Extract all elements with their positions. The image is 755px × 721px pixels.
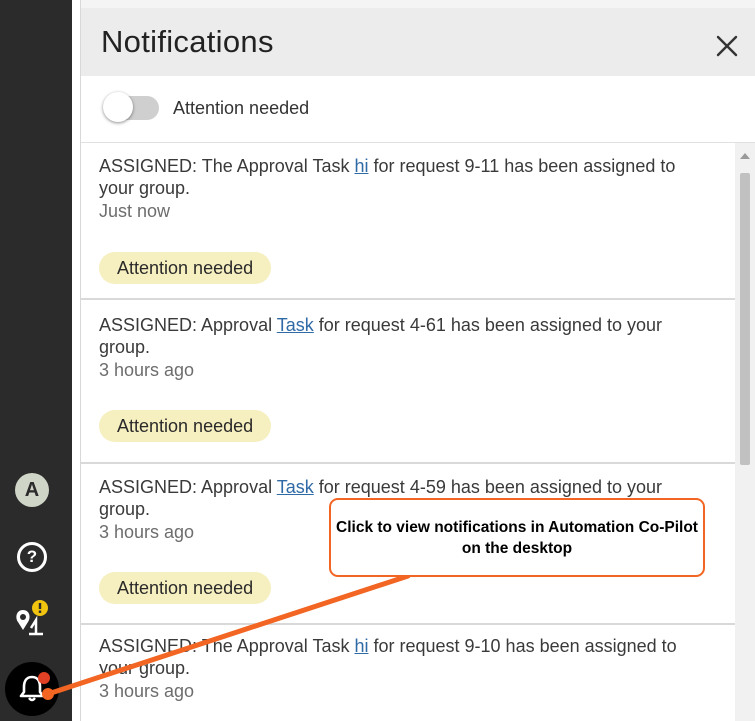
notification-time: 3 hours ago [99,681,195,701]
help-icon[interactable]: ? [17,542,47,572]
location-alert-icon[interactable] [12,598,56,642]
attention-needed-toggle[interactable] [103,92,159,122]
attention-badge: Attention needed [99,252,272,284]
notifications-panel: Notifications Attention needed ASSIGNED:… [80,0,755,721]
sidebar: A ? [0,0,72,721]
notification-message: ASSIGNED: The Approval Task hi for reque… [99,156,676,198]
unread-indicator [38,672,50,684]
scroll-thumb[interactable] [740,173,750,465]
notification-time: 3 hours ago [99,522,195,542]
user-avatar[interactable]: A [15,473,49,507]
annotation-callout: Click to view notifications in Automatio… [329,498,705,577]
notification-message: ASSIGNED: The Approval Task hi for reque… [99,636,677,678]
panel-title: Notifications [101,24,274,59]
notifications-button[interactable] [5,662,59,716]
toggle-knob [103,92,133,122]
notification-item[interactable]: ASSIGNED: Approval Task for request 4-61… [81,300,735,464]
notification-message: ASSIGNED: Approval Task for request 4-61… [99,315,662,357]
filter-row: Attention needed [81,76,755,143]
toggle-label: Attention needed [173,98,310,118]
notification-link[interactable]: hi [354,636,368,656]
scroll-up-arrow-icon[interactable] [740,153,750,159]
attention-badge: Attention needed [99,572,272,604]
notification-time: Just now [99,201,171,221]
notification-link[interactable]: Task [277,315,314,335]
notification-item[interactable]: ASSIGNED: The Approval Task hi for reque… [81,625,735,721]
panel-header: Notifications [81,8,755,76]
notification-link[interactable]: Task [277,477,314,497]
notification-list: ASSIGNED: The Approval Task hi for reque… [81,143,755,721]
close-icon[interactable] [713,32,741,60]
attention-badge: Attention needed [99,410,272,442]
scrollbar[interactable] [735,143,755,721]
notification-link[interactable]: hi [354,156,368,176]
notification-item[interactable]: ASSIGNED: The Approval Task hi for reque… [81,143,735,300]
notification-time: 3 hours ago [99,360,195,380]
